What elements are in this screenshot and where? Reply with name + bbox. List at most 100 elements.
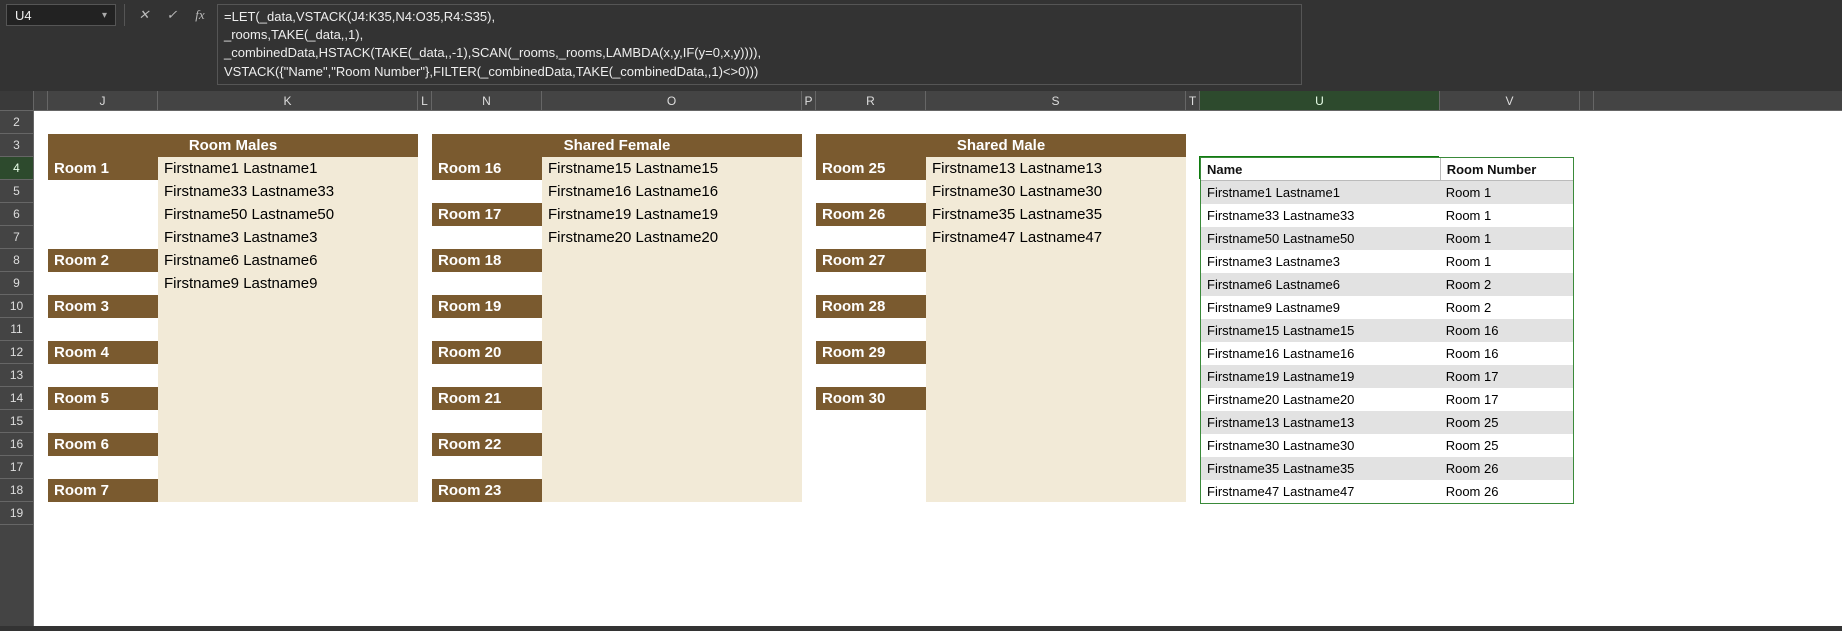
formula-bar-area: U4 ▾ ✕ ✓ fx =LET(_data,VSTACK(J4:K35,N4:…: [0, 0, 1842, 91]
row-header-10[interactable]: 10: [0, 295, 33, 318]
col-header-T[interactable]: T: [1186, 91, 1200, 110]
room-label[interactable]: Room 27: [816, 249, 926, 272]
room-label[interactable]: Room 19: [432, 295, 542, 318]
person-name[interactable]: Firstname13 Lastname13: [926, 157, 1186, 180]
row-header-2[interactable]: 2: [0, 111, 33, 134]
table-row[interactable]: Firstname6 Lastname6Room 2: [1201, 273, 1573, 296]
table-row[interactable]: Firstname13 Lastname13Room 25: [1201, 411, 1573, 434]
person-name[interactable]: Firstname15 Lastname15: [542, 157, 802, 180]
col-header-K[interactable]: K: [158, 91, 418, 110]
row-header-14[interactable]: 14: [0, 387, 33, 410]
person-name[interactable]: Firstname35 Lastname35: [926, 203, 1186, 226]
name-box-value: U4: [15, 8, 32, 23]
person-name[interactable]: Firstname6 Lastname6: [158, 249, 418, 272]
person-name[interactable]: Firstname19 Lastname19: [542, 203, 802, 226]
fx-icon[interactable]: fx: [189, 4, 211, 26]
name-box[interactable]: U4 ▾: [6, 4, 116, 26]
person-name[interactable]: Firstname47 Lastname47: [926, 226, 1186, 249]
room-label[interactable]: Room 6: [48, 433, 158, 456]
col-header-A[interactable]: [34, 91, 48, 110]
row-header-19[interactable]: 19: [0, 502, 33, 525]
room-label[interactable]: Room 23: [432, 479, 542, 502]
table-row[interactable]: Firstname1 Lastname1Room 1: [1201, 181, 1573, 204]
output-name: Firstname33 Lastname33: [1201, 204, 1440, 227]
table-row[interactable]: Firstname3 Lastname3Room 1: [1201, 250, 1573, 273]
output-header-name[interactable]: Name: [1201, 158, 1440, 181]
row-header-11[interactable]: 11: [0, 318, 33, 341]
row-header-9[interactable]: 9: [0, 272, 33, 295]
select-all-corner[interactable]: [0, 91, 34, 110]
table-row[interactable]: Firstname15 Lastname15Room 16: [1201, 319, 1573, 342]
person-name[interactable]: Firstname9 Lastname9: [158, 272, 418, 295]
room-label[interactable]: Room 2: [48, 249, 158, 272]
row-header-8[interactable]: 8: [0, 249, 33, 272]
row-header-17[interactable]: 17: [0, 456, 33, 479]
output-name: Firstname20 Lastname20: [1201, 388, 1440, 411]
cells-area[interactable]: Room MalesRoom 1Firstname1 Lastname1Firs…: [34, 111, 1842, 626]
row-header-6[interactable]: 6: [0, 203, 33, 226]
output-room: Room 2: [1440, 296, 1573, 319]
room-label[interactable]: Room 5: [48, 387, 158, 410]
person-name[interactable]: Firstname30 Lastname30: [926, 180, 1186, 203]
enter-icon[interactable]: ✓: [161, 4, 183, 26]
person-name[interactable]: Firstname3 Lastname3: [158, 226, 418, 249]
col-header-U[interactable]: U: [1200, 91, 1440, 110]
table-row[interactable]: Firstname19 Lastname19Room 17: [1201, 365, 1573, 388]
worksheet: J K L N O P R S T U V 2 3 4 5 6 7 8 9 10…: [0, 91, 1842, 626]
row-header-7[interactable]: 7: [0, 226, 33, 249]
row-header-13[interactable]: 13: [0, 364, 33, 387]
row-header-16[interactable]: 16: [0, 433, 33, 456]
table-row[interactable]: Firstname16 Lastname16Room 16: [1201, 342, 1573, 365]
col-header-J[interactable]: J: [48, 91, 158, 110]
chevron-down-icon: ▾: [102, 10, 107, 21]
person-name[interactable]: Firstname16 Lastname16: [542, 180, 802, 203]
cancel-icon[interactable]: ✕: [133, 4, 155, 26]
room-label[interactable]: Room 18: [432, 249, 542, 272]
col-header-N[interactable]: N: [432, 91, 542, 110]
output-room: Room 25: [1440, 411, 1573, 434]
room-label[interactable]: Room 17: [432, 203, 542, 226]
output-table: NameRoom NumberFirstname1 Lastname1Room …: [1200, 157, 1574, 504]
row-header-15[interactable]: 15: [0, 410, 33, 433]
col-header-L[interactable]: L: [418, 91, 432, 110]
col-header-R[interactable]: R: [816, 91, 926, 110]
room-label[interactable]: Room 4: [48, 341, 158, 364]
person-name[interactable]: Firstname33 Lastname33: [158, 180, 418, 203]
table-row[interactable]: Firstname9 Lastname9Room 2: [1201, 296, 1573, 319]
room-label[interactable]: Room 26: [816, 203, 926, 226]
room-label[interactable]: Room 20: [432, 341, 542, 364]
row-header-12[interactable]: 12: [0, 341, 33, 364]
output-name: Firstname3 Lastname3: [1201, 250, 1440, 273]
room-label[interactable]: Room 3: [48, 295, 158, 318]
room-label[interactable]: Room 7: [48, 479, 158, 502]
room-label[interactable]: Room 1: [48, 157, 158, 180]
col-header-V[interactable]: V: [1440, 91, 1580, 110]
person-name[interactable]: Firstname20 Lastname20: [542, 226, 802, 249]
row-header-3[interactable]: 3: [0, 134, 33, 157]
room-label[interactable]: Room 16: [432, 157, 542, 180]
room-label[interactable]: Room 25: [816, 157, 926, 180]
room-label[interactable]: Room 21: [432, 387, 542, 410]
table-row[interactable]: Firstname50 Lastname50Room 1: [1201, 227, 1573, 250]
formula-input[interactable]: =LET(_data,VSTACK(J4:K35,N4:O35,R4:S35),…: [217, 4, 1302, 85]
room-label[interactable]: Room 28: [816, 295, 926, 318]
output-name: Firstname15 Lastname15: [1201, 319, 1440, 342]
room-label[interactable]: Room 30: [816, 387, 926, 410]
row-header-18[interactable]: 18: [0, 479, 33, 502]
row-header-5[interactable]: 5: [0, 180, 33, 203]
table-row[interactable]: Firstname20 Lastname20Room 17: [1201, 388, 1573, 411]
col-header-S[interactable]: S: [926, 91, 1186, 110]
table-row[interactable]: Firstname33 Lastname33Room 1: [1201, 204, 1573, 227]
table-row[interactable]: Firstname47 Lastname47Room 26: [1201, 480, 1573, 503]
person-name[interactable]: Firstname1 Lastname1: [158, 157, 418, 180]
output-header-room[interactable]: Room Number: [1440, 158, 1573, 181]
table-row[interactable]: Firstname35 Lastname35Room 26: [1201, 457, 1573, 480]
col-header-W[interactable]: [1580, 91, 1594, 110]
col-header-O[interactable]: O: [542, 91, 802, 110]
room-label[interactable]: Room 22: [432, 433, 542, 456]
col-header-P[interactable]: P: [802, 91, 816, 110]
room-label[interactable]: Room 29: [816, 341, 926, 364]
table-row[interactable]: Firstname30 Lastname30Room 25: [1201, 434, 1573, 457]
person-name[interactable]: Firstname50 Lastname50: [158, 203, 418, 226]
row-header-4[interactable]: 4: [0, 157, 33, 180]
